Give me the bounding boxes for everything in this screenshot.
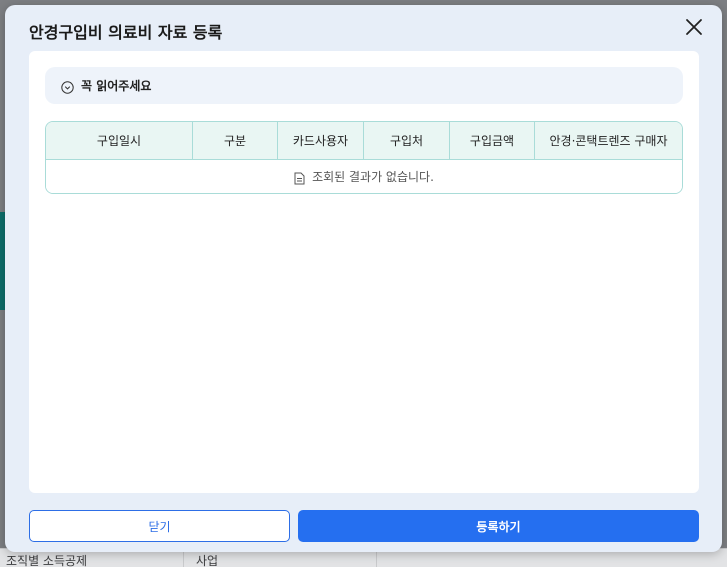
table-header: 구입일시 구분 카드사용자 구입처 구입금액 안경·콘택트렌즈 구매자 <box>46 122 682 159</box>
register-button[interactable]: 등록하기 <box>298 510 699 542</box>
purchase-table: 구입일시 구분 카드사용자 구입처 구입금액 안경·콘택트렌즈 구매자 조회된 … <box>45 121 683 194</box>
empty-result-text: 조회된 결과가 없습니다. <box>312 170 434 184</box>
background-footer-left-text: 조직별 소득공제 <box>6 554 88 567</box>
column-header-store: 구입처 <box>364 122 450 159</box>
column-header-amount: 구입금액 <box>450 122 535 159</box>
column-header-category: 구분 <box>193 122 278 159</box>
read-notice-toggle[interactable]: 꼭 읽어주세요 <box>45 67 683 104</box>
column-header-purchase-date: 구입일시 <box>46 122 193 159</box>
notice-text: 꼭 읽어주세요 <box>81 79 152 93</box>
empty-result-row: 조회된 결과가 없습니다. <box>46 159 682 193</box>
register-modal: 안경구입비 의료비 자료 등록 꼭 읽어주세요 구입일시 구분 카드사용자 구입… <box>5 5 722 552</box>
close-button[interactable]: 닫기 <box>29 510 290 542</box>
modal-body: 꼭 읽어주세요 구입일시 구분 카드사용자 구입처 구입금액 안경·콘택트렌즈 … <box>29 51 699 493</box>
chevron-down-circle-icon <box>61 79 74 94</box>
background-footer-right-text: 사업 <box>196 554 219 567</box>
modal-title: 안경구입비 의료비 자료 등록 <box>29 23 223 42</box>
column-header-buyer: 안경·콘택트렌즈 구매자 <box>549 134 668 148</box>
close-icon[interactable] <box>684 17 704 37</box>
column-header-card-user: 카드사용자 <box>278 122 364 159</box>
document-icon <box>294 170 305 185</box>
